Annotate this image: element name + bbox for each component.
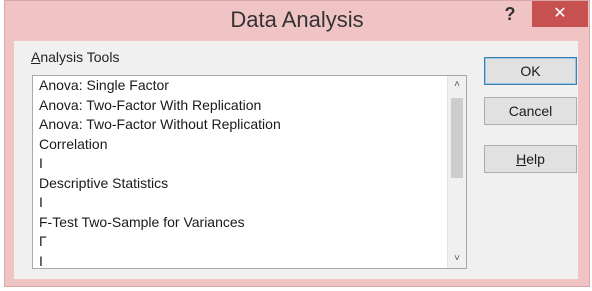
list-item[interactable]: Anova: Two-Factor Without Replication [33,115,448,135]
help-question-icon[interactable]: ? [500,1,520,27]
title-bar[interactable]: Data Analysis ? ✕ [5,1,589,41]
list-item[interactable]: Descriptive Statistics [33,174,448,194]
scroll-thumb[interactable] [451,98,463,178]
analysis-tools-label-rest: nalysis Tools [40,49,120,65]
list-item[interactable]: F-Test Two-Sample for Variances [33,213,448,233]
help-button-label-rest: elp [526,151,545,167]
list-item[interactable]: I [33,154,448,174]
ok-button[interactable]: OK [484,57,577,85]
close-icon[interactable]: ✕ [532,1,588,27]
analysis-tools-list[interactable]: Anova: Single Factor Anova: Two-Factor Wi… [33,76,448,268]
list-item[interactable]: Anova: Single Factor [33,76,448,96]
vertical-scrollbar[interactable]: ˄ ˅ [447,76,466,268]
list-item[interactable]: Correlation [33,135,448,155]
cancel-button[interactable]: Cancel [484,97,577,125]
list-item[interactable]: I [33,252,448,269]
list-item[interactable]: I [33,193,448,213]
data-analysis-dialog: Data Analysis ? ✕ Analysis Tools Anova: … [4,0,590,287]
list-item[interactable]: Anova: Two-Factor With Replication [33,96,448,116]
help-button-accel: H [516,151,527,167]
analysis-tools-accel: A [31,49,41,65]
scroll-up-icon[interactable]: ˄ [448,76,466,94]
list-item[interactable]: Γ [33,232,448,252]
analysis-tools-label: Analysis Tools [31,49,119,65]
analysis-tools-listbox[interactable]: Anova: Single Factor Anova: Two-Factor Wi… [32,75,467,269]
dialog-body: Analysis Tools Anova: Single Factor Anova… [14,41,578,279]
scroll-down-icon[interactable]: ˅ [448,250,466,268]
help-button[interactable]: Help [484,145,577,173]
